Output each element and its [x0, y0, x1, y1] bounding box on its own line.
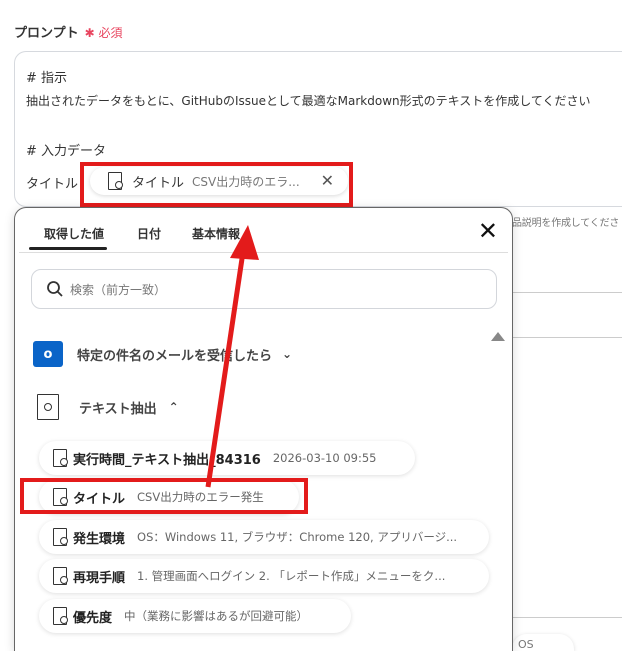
annotation-arrow — [205, 225, 259, 488]
